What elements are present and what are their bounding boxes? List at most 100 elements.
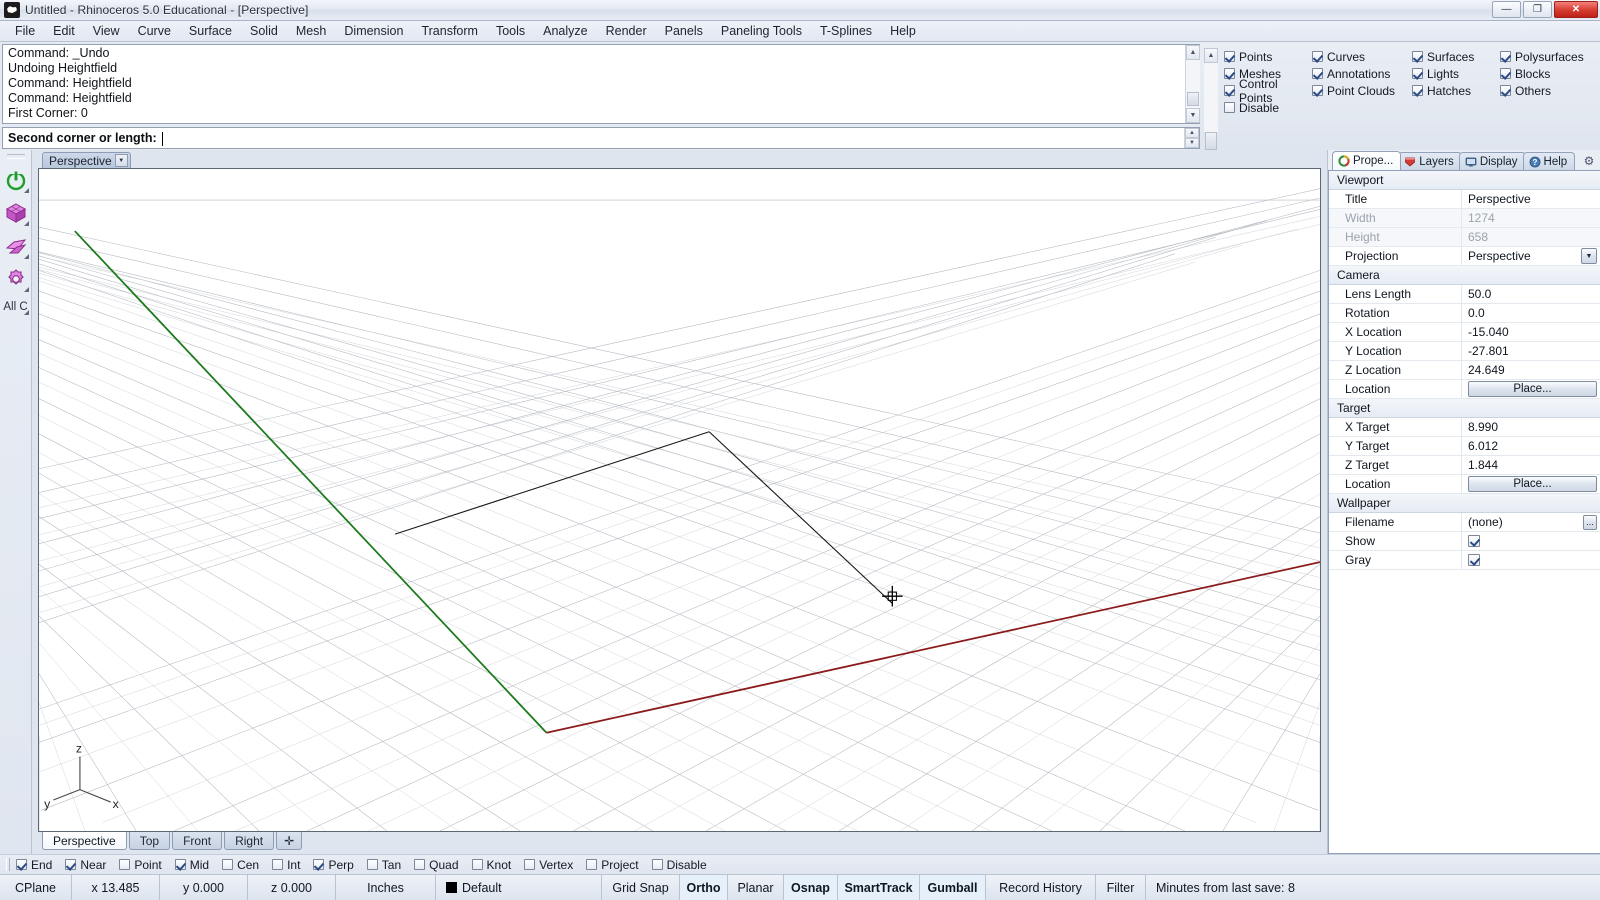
filter-others[interactable]: Others xyxy=(1500,82,1600,99)
prop-row-show[interactable]: Show xyxy=(1329,531,1600,551)
prop-value[interactable]: 0.0 xyxy=(1461,303,1600,323)
prop-value[interactable]: 1.844 xyxy=(1461,455,1600,475)
menu-analyze[interactable]: Analyze xyxy=(534,22,596,41)
all-curves-toolbar-button[interactable]: All C xyxy=(2,298,30,316)
filter-blocks[interactable]: Blocks xyxy=(1500,65,1600,82)
toolbar-grip[interactable] xyxy=(6,154,25,159)
scrollbar-track[interactable] xyxy=(1186,60,1200,108)
menu-transform[interactable]: Transform xyxy=(412,22,487,41)
tab-display[interactable]: Display xyxy=(1458,152,1526,170)
filter-annotations[interactable]: Annotations xyxy=(1312,65,1412,82)
prop-row-y-location[interactable]: Y Location -27.801 xyxy=(1329,341,1600,361)
osnap-near[interactable]: Near xyxy=(65,858,106,872)
target-place-button[interactable]: Place... xyxy=(1468,476,1597,492)
osnap-end[interactable]: End xyxy=(16,858,52,872)
status-toggle-filter[interactable]: Filter xyxy=(1096,875,1146,900)
checkbox-icon[interactable] xyxy=(414,859,426,870)
checkbox-icon[interactable] xyxy=(1500,68,1511,79)
checkbox-icon[interactable] xyxy=(65,859,77,870)
tab-properties[interactable]: Prope... xyxy=(1332,151,1402,170)
menu-mesh[interactable]: Mesh xyxy=(287,22,336,41)
menu-render[interactable]: Render xyxy=(597,22,656,41)
filter-lights[interactable]: Lights xyxy=(1412,65,1500,82)
prop-row-x-location[interactable]: X Location -15.040 xyxy=(1329,322,1600,342)
wallpaper-show-checkbox[interactable] xyxy=(1468,535,1480,547)
status-toggle-gumball[interactable]: Gumball xyxy=(920,875,986,900)
browse-ellipsis-icon[interactable]: ... xyxy=(1583,514,1597,530)
toolbar-flyout-arrow[interactable] xyxy=(23,221,29,226)
spin-up-icon[interactable]: ▲ xyxy=(1185,128,1199,138)
checkbox-icon[interactable] xyxy=(16,859,27,870)
power-standard-icon[interactable] xyxy=(2,166,30,194)
tab-layers[interactable]: Layers xyxy=(1398,152,1462,170)
scrollbar-thumb[interactable] xyxy=(1187,92,1199,106)
checkbox-icon[interactable] xyxy=(471,859,483,870)
prop-value[interactable]: 24.649 xyxy=(1461,360,1600,380)
checkbox-icon[interactable] xyxy=(1312,85,1323,96)
menu-curve[interactable]: Curve xyxy=(129,22,180,41)
checkbox-icon[interactable] xyxy=(1224,102,1235,113)
scroll-up-icon[interactable]: ▲ xyxy=(1204,48,1218,63)
menu-panels[interactable]: Panels xyxy=(656,22,712,41)
checkbox-icon[interactable] xyxy=(313,859,325,870)
filter-disable[interactable]: Disable xyxy=(1224,99,1312,116)
menu-edit[interactable]: Edit xyxy=(44,22,84,41)
menu-tools[interactable]: Tools xyxy=(487,22,534,41)
command-prompt-spinner[interactable]: ▲ ▼ xyxy=(1184,128,1199,148)
status-toggle-planar[interactable]: Planar xyxy=(728,875,784,900)
prop-row-y-target[interactable]: Y Target 6.012 xyxy=(1329,436,1600,456)
osnap-project[interactable]: Project xyxy=(586,858,639,872)
osnap-vertex[interactable]: Vertex xyxy=(524,858,573,872)
prop-value[interactable]: -27.801 xyxy=(1461,341,1600,361)
filter-polysurfaces[interactable]: Polysurfaces xyxy=(1500,48,1600,65)
viewport-title-tab[interactable]: Perspective ▼ xyxy=(42,152,131,168)
status-toggle-smarttrack[interactable]: SmartTrack xyxy=(838,875,920,900)
prop-row-rotation[interactable]: Rotation 0.0 xyxy=(1329,303,1600,323)
chevron-down-icon[interactable]: ▼ xyxy=(114,154,128,167)
menu-paneling-tools[interactable]: Paneling Tools xyxy=(712,22,811,41)
prop-value[interactable]: 6.012 xyxy=(1461,436,1600,456)
filter-points[interactable]: Points xyxy=(1224,48,1312,65)
chevron-down-icon[interactable]: ▼ xyxy=(1581,248,1597,264)
prop-value[interactable]: Perspective xyxy=(1461,189,1600,209)
osnap-grip[interactable] xyxy=(6,858,10,871)
checkbox-icon[interactable] xyxy=(1412,68,1423,79)
checkbox-icon[interactable] xyxy=(222,859,234,870)
viewport-tab-add-icon[interactable]: ✛ xyxy=(276,832,303,850)
status-toggle-grid-snap[interactable]: Grid Snap xyxy=(602,875,680,900)
checkbox-icon[interactable] xyxy=(174,859,186,870)
checkbox-icon[interactable] xyxy=(1312,51,1323,62)
menu-dimension[interactable]: Dimension xyxy=(335,22,412,41)
osnap-knot[interactable]: Knot xyxy=(471,858,511,872)
scroll-up-icon[interactable]: ▲ xyxy=(1186,45,1200,60)
box-solid-icon[interactable] xyxy=(2,199,30,227)
osnap-perp[interactable]: Perp xyxy=(313,858,354,872)
viewport-tab-top[interactable]: Top xyxy=(128,832,171,850)
camera-place-button[interactable]: Place... xyxy=(1468,381,1597,397)
checkbox-icon[interactable] xyxy=(651,859,663,870)
menu-surface[interactable]: Surface xyxy=(180,22,241,41)
prop-row-z-location[interactable]: Z Location 24.649 xyxy=(1329,360,1600,380)
checkbox-icon[interactable] xyxy=(1500,85,1511,96)
scrollbar-track[interactable] xyxy=(1204,63,1218,132)
prop-row-target-location[interactable]: Location Place... xyxy=(1329,474,1600,494)
minimize-icon[interactable]: — xyxy=(1492,1,1521,18)
object-filter-scrollbar[interactable]: ▲ xyxy=(1204,48,1218,150)
osnap-point[interactable]: Point xyxy=(119,858,162,872)
prop-row-title[interactable]: Title Perspective xyxy=(1329,189,1600,209)
checkbox-icon[interactable] xyxy=(1412,51,1423,62)
command-input[interactable] xyxy=(159,128,1184,148)
status-toggle-ortho[interactable]: Ortho xyxy=(680,875,728,900)
tab-help[interactable]: ? Help xyxy=(1522,152,1576,170)
checkbox-icon[interactable] xyxy=(586,859,598,870)
viewport-tab-front[interactable]: Front xyxy=(172,832,223,850)
scroll-down-icon[interactable]: ▼ xyxy=(1186,108,1200,123)
toolbar-flyout-arrow[interactable] xyxy=(23,310,29,315)
checkbox-icon[interactable] xyxy=(524,859,536,870)
command-history-scrollbar[interactable]: ▲ ▼ xyxy=(1185,45,1200,123)
gear-icon[interactable]: ⚙ xyxy=(1582,154,1596,168)
prop-row-z-target[interactable]: Z Target 1.844 xyxy=(1329,455,1600,475)
checkbox-icon[interactable] xyxy=(1224,68,1235,79)
status-toggle-record-history[interactable]: Record History xyxy=(986,875,1096,900)
toolbar-flyout-arrow[interactable] xyxy=(23,254,29,259)
